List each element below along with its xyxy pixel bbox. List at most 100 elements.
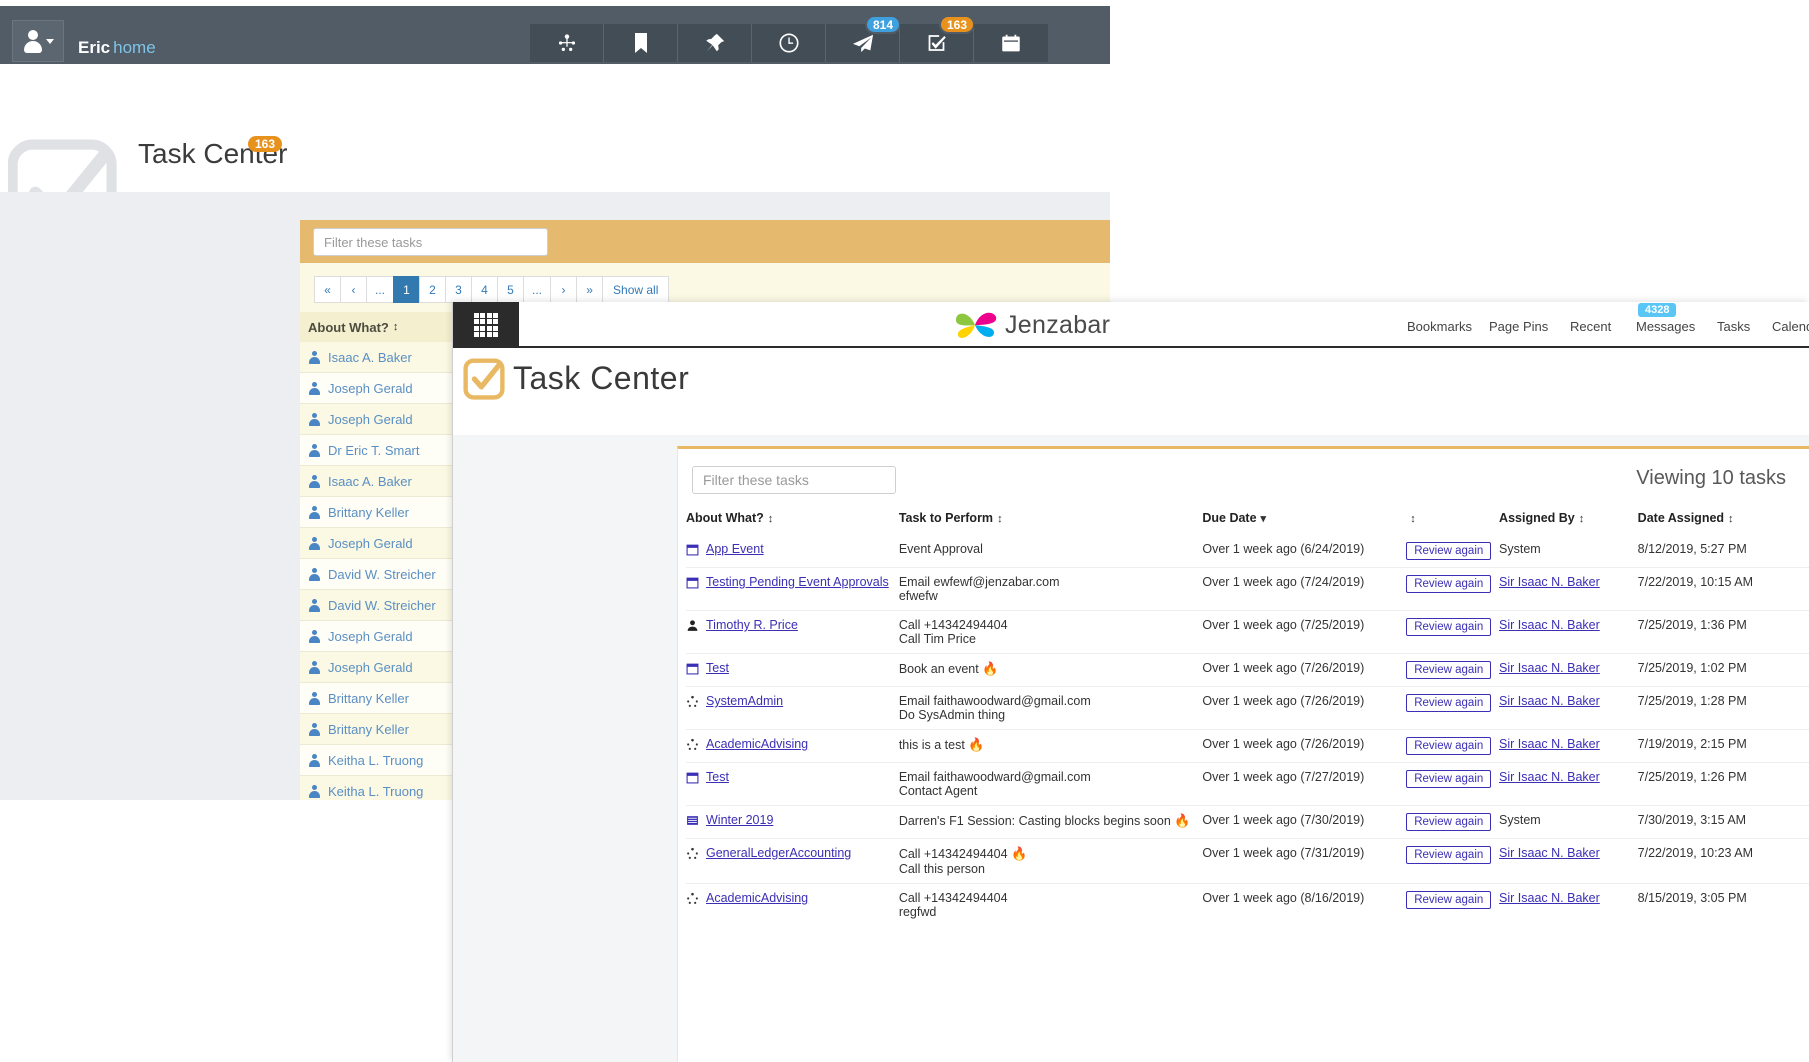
task-table-head: About What?↕ Task to Perform↕ Due Date▾ …	[686, 507, 1809, 535]
review-again-button[interactable]: Review again	[1406, 542, 1491, 560]
avatar[interactable]	[12, 20, 64, 62]
about-what-link[interactable]: Test	[706, 770, 729, 784]
network-icon-button[interactable]	[530, 24, 604, 62]
page-5[interactable]: 5	[497, 276, 524, 303]
assigned-by-link[interactable]: Sir Isaac N. Baker	[1499, 846, 1600, 860]
task-row[interactable]: Testing Pending Event ApprovalsEmail ewf…	[686, 568, 1809, 611]
page-3[interactable]: 3	[445, 276, 472, 303]
paper-plane-icon-button[interactable]: 814	[826, 24, 900, 62]
back-list-item[interactable]: Brittany Keller	[300, 683, 453, 714]
about-what-link[interactable]: Test	[706, 661, 729, 675]
back-list-item[interactable]: Joseph Gerald	[300, 528, 453, 559]
page-last[interactable]: »	[576, 276, 603, 303]
cell-about-what: Testing Pending Event Approvals	[686, 568, 899, 611]
page-next[interactable]: ›	[550, 276, 577, 303]
review-again-button[interactable]: Review again	[1406, 618, 1491, 636]
back-filter-input[interactable]: Filter these tasks	[313, 228, 548, 256]
nav-item-tasks[interactable]: Tasks	[1717, 319, 1750, 334]
th-about-what[interactable]: About What?↕	[686, 507, 899, 535]
foreground-task-center-window[interactable]: Jenzabar BookmarksPage PinsRecentMessage…	[452, 302, 1809, 1062]
review-again-button[interactable]: Review again	[1406, 737, 1491, 755]
about-what-link[interactable]: AcademicAdvising	[706, 891, 808, 905]
assigned-by-text: System	[1499, 542, 1541, 556]
back-column-header-about-what[interactable]: About What?↕	[300, 312, 453, 342]
th-due-date[interactable]: Due Date▾	[1202, 507, 1406, 535]
back-pagination[interactable]: « ‹ ... 1 2 3 4 5 ... › » Show all	[314, 276, 668, 303]
task-row[interactable]: TestEmail faithawoodward@gmail.comContac…	[686, 763, 1809, 806]
th-date-assigned[interactable]: Date Assigned↕	[1638, 507, 1809, 535]
assigned-by-link[interactable]: Sir Isaac N. Baker	[1499, 770, 1600, 784]
home-link[interactable]: home	[113, 38, 156, 57]
about-what-link[interactable]: SystemAdmin	[706, 694, 783, 708]
assigned-by-link[interactable]: Sir Isaac N. Baker	[1499, 575, 1600, 589]
back-list-item[interactable]: Brittany Keller	[300, 714, 453, 745]
back-list-item[interactable]: Isaac A. Baker	[300, 342, 453, 373]
review-again-button[interactable]: Review again	[1406, 813, 1491, 831]
about-what-link[interactable]: App Event	[706, 542, 764, 556]
th-action[interactable]: ↕	[1406, 507, 1499, 535]
about-what-link[interactable]: Testing Pending Event Approvals	[706, 575, 889, 589]
page-first[interactable]: «	[314, 276, 341, 303]
review-again-button[interactable]: Review again	[1406, 694, 1491, 712]
person-icon	[308, 661, 320, 674]
nav-item-page-pins[interactable]: Page Pins	[1489, 319, 1548, 334]
task-row[interactable]: Timothy R. PriceCall +14342494404Call Ti…	[686, 611, 1809, 654]
task-row[interactable]: SystemAdminEmail faithawoodward@gmail.co…	[686, 687, 1809, 730]
assigned-by-link[interactable]: Sir Isaac N. Baker	[1499, 891, 1600, 905]
clock-icon-button[interactable]	[752, 24, 826, 62]
assigned-by-link[interactable]: Sir Isaac N. Baker	[1499, 661, 1600, 675]
back-list-item-label: Joseph Gerald	[328, 536, 413, 551]
about-what-link[interactable]: GeneralLedgerAccounting	[706, 846, 851, 860]
task-row[interactable]: TestBook an event 🔥Over 1 week ago (7/26…	[686, 654, 1809, 687]
back-list-item[interactable]: Joseph Gerald	[300, 373, 453, 404]
cell-date-assigned: 7/25/2019, 1:26 PM	[1638, 763, 1809, 806]
task-row[interactable]: Winter 2019Darren's F1 Session: Casting …	[686, 806, 1809, 839]
back-list-item[interactable]: Isaac A. Baker	[300, 466, 453, 497]
nav-item-recent[interactable]: Recent	[1570, 319, 1611, 334]
back-list-item[interactable]: Keitha L. Truong	[300, 745, 453, 776]
back-list-item[interactable]: Joseph Gerald	[300, 652, 453, 683]
review-again-button[interactable]: Review again	[1406, 575, 1491, 593]
th-task-to-perform[interactable]: Task to Perform↕	[899, 507, 1203, 535]
back-list-item[interactable]: David W. Streicher	[300, 559, 453, 590]
about-what-link[interactable]: Timothy R. Price	[706, 618, 798, 632]
back-list-item[interactable]: Joseph Gerald	[300, 404, 453, 435]
nav-item-bookmarks[interactable]: Bookmarks	[1407, 319, 1472, 334]
person-icon	[23, 29, 43, 53]
about-what-link[interactable]: AcademicAdvising	[706, 737, 808, 751]
person-icon	[308, 723, 320, 736]
page-1[interactable]: 1	[393, 276, 420, 303]
cell-date-assigned: 8/15/2019, 3:05 PM	[1638, 884, 1809, 927]
assigned-by-link[interactable]: Sir Isaac N. Baker	[1499, 737, 1600, 751]
tasks-icon-button[interactable]: 163	[900, 24, 974, 62]
nav-item-messages[interactable]: Messages	[1636, 319, 1695, 334]
nav-item-calendar[interactable]: Calendar	[1772, 319, 1809, 334]
pin-icon-button[interactable]	[678, 24, 752, 62]
about-what-link[interactable]: Winter 2019	[706, 813, 773, 827]
person-icon	[308, 754, 320, 767]
calendar-icon-button[interactable]	[974, 24, 1048, 62]
assigned-by-link[interactable]: Sir Isaac N. Baker	[1499, 618, 1600, 632]
task-row[interactable]: AcademicAdvisingCall +14342494404regfwdO…	[686, 884, 1809, 927]
show-all-button[interactable]: Show all	[602, 276, 669, 303]
back-list-item[interactable]: Dr Eric T. Smart	[300, 435, 453, 466]
task-row[interactable]: AcademicAdvisingthis is a test 🔥Over 1 w…	[686, 730, 1809, 763]
back-list-item[interactable]: Keitha L. Truong	[300, 776, 453, 800]
th-assigned-by[interactable]: Assigned By↕	[1499, 507, 1638, 535]
review-again-button[interactable]: Review again	[1406, 891, 1491, 909]
page-2[interactable]: 2	[419, 276, 446, 303]
page-4[interactable]: 4	[471, 276, 498, 303]
back-list-item[interactable]: Joseph Gerald	[300, 621, 453, 652]
review-again-button[interactable]: Review again	[1406, 846, 1491, 864]
tasks-badge: 163	[939, 15, 975, 34]
task-row[interactable]: GeneralLedgerAccountingCall +14342494404…	[686, 839, 1809, 884]
front-filter-input[interactable]: Filter these tasks	[692, 466, 896, 494]
task-row[interactable]: App EventEvent ApprovalOver 1 week ago (…	[686, 535, 1809, 568]
page-prev[interactable]: ‹	[340, 276, 367, 303]
review-again-button[interactable]: Review again	[1406, 661, 1491, 679]
review-again-button[interactable]: Review again	[1406, 770, 1491, 788]
bookmark-icon-button[interactable]	[604, 24, 678, 62]
back-list-item[interactable]: Brittany Keller	[300, 497, 453, 528]
back-list-item[interactable]: David W. Streicher	[300, 590, 453, 621]
assigned-by-link[interactable]: Sir Isaac N. Baker	[1499, 694, 1600, 708]
